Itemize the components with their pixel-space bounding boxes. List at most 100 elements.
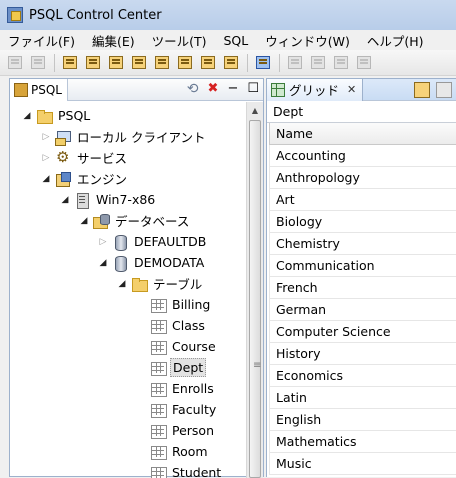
grid-row[interactable]: Biology [269,211,456,233]
grid-row[interactable]: Music [269,453,456,475]
menu-item[interactable]: ファイル(F) [8,31,75,50]
tree-node[interactable]: ◢ データベース [77,210,191,231]
toolbar-separator [279,54,280,72]
toolbar-separator [54,54,55,72]
toolbar-separator [247,54,248,72]
close-tab-icon[interactable]: ✕ [347,83,356,96]
collapse-icon[interactable]: ◢ [96,258,110,268]
tree-node[interactable]: ◢DEMODATA [96,252,206,273]
import-icon[interactable] [107,54,125,72]
print-icon[interactable] [29,54,47,72]
grid-header: グリッド ✕ [267,79,456,101]
refresh-icon[interactable] [254,54,272,72]
tree-node[interactable]: Student [134,462,223,478]
scrollbar-thumb[interactable]: ≡ [249,120,261,478]
grid-row[interactable]: Anthropology [269,167,456,189]
table-icon [150,465,166,478]
tree-node[interactable]: ◢ エンジン [39,168,129,189]
tree-node-label: DEFAULTDB [132,233,208,250]
tree-node[interactable]: ◢Win7-x86 [58,189,157,210]
tree-node[interactable]: Course [134,336,218,357]
add-row-icon[interactable] [414,82,430,98]
tab-psql[interactable]: PSQL [10,79,68,101]
menu-item[interactable]: SQL [224,33,249,48]
table-icon [150,444,166,460]
collapse-icon[interactable]: ◢ [115,279,129,289]
tab-grid[interactable]: グリッド ✕ [267,79,363,101]
new-view-icon[interactable] [84,54,102,72]
folder-icon [131,276,147,292]
tree-node[interactable]: ◢PSQL [20,105,92,126]
grid-row[interactable]: French [269,277,456,299]
properties-icon[interactable] [176,54,194,72]
grid-row[interactable]: Economics [269,365,456,387]
grid-row[interactable]: Mathematics [269,431,456,453]
copy-icon[interactable] [332,54,350,72]
export-icon[interactable] [130,54,148,72]
tree-node[interactable]: Person [134,420,216,441]
collapse-icon[interactable]: ◢ [77,216,91,226]
maximize-icon[interactable]: ☐ [247,82,259,96]
table-icon [150,339,166,355]
client-icon [55,129,71,145]
grid-row[interactable]: English [269,409,456,431]
execute-icon[interactable] [286,54,304,72]
tab-grid-label: グリッド [289,80,339,99]
tree-node[interactable]: Room [134,441,210,462]
tree-node-label: エンジン [75,168,129,189]
group-icon[interactable] [222,54,240,72]
expand-icon[interactable]: ▷ [96,237,110,247]
grid-row[interactable]: Chemistry [269,233,456,255]
gear-icon [55,150,71,166]
tree-node[interactable]: Faculty [134,399,218,420]
expand-icon[interactable]: ▷ [39,132,53,142]
new-table-icon[interactable] [61,54,79,72]
user-icon[interactable] [199,54,217,72]
grid-row[interactable]: Latin [269,387,456,409]
tree-scrollbar[interactable]: ▲ ≡ [246,102,263,478]
collapse-icon[interactable]: ◢ [20,111,34,121]
tree-node-label: Course [170,338,218,355]
menu-item[interactable]: ウィンドウ(W) [265,31,350,50]
tree-node[interactable]: Dept [134,357,206,378]
tree-node[interactable]: Billing [134,294,212,315]
database-icon [112,255,128,271]
tree-node-label: Dept [170,358,206,377]
tree-node[interactable]: Enrolls [134,378,216,399]
menu-item[interactable]: 編集(E) [92,31,135,50]
explorer-panel: PSQL ⟲ ✖ − ☐ ◢PSQL▷ローカル クライアント▷サービス◢エンジン… [9,78,264,477]
minimize-icon[interactable]: − [227,82,238,96]
remove-row-icon[interactable] [436,82,452,98]
menu-item[interactable]: ヘルプ(H) [367,31,424,50]
menu-item[interactable]: ツール(T) [152,31,207,50]
expand-icon[interactable]: ▷ [39,153,53,163]
grid-row[interactable]: Art [269,189,456,211]
open-table-icon[interactable] [153,54,171,72]
tree-node[interactable]: Class [134,315,207,336]
delete-icon[interactable]: ✖ [208,82,219,96]
tree-node-label: Faculty [170,401,218,418]
column-header-name[interactable]: Name [269,123,456,145]
tree-node[interactable]: ◢テーブル [115,273,204,294]
scroll-up-icon[interactable]: ▲ [247,102,263,119]
tree-node[interactable]: ▷サービス [39,147,129,168]
save-icon[interactable] [6,54,24,72]
paste-icon[interactable] [355,54,373,72]
sync-icon[interactable]: ⟲ [187,82,199,96]
collapse-icon[interactable]: ◢ [58,195,72,205]
grid-row[interactable]: German [269,299,456,321]
tree-node-label: データベース [113,210,191,231]
grid-row[interactable]: History [269,343,456,365]
grid-row[interactable]: Communication [269,255,456,277]
grid-row[interactable]: Accounting [269,145,456,167]
tree-node[interactable]: ▷ DEFAULTDB [96,231,208,252]
grid-controls [414,82,456,98]
grid-panel: グリッド ✕ Dept Name AccountingAnthropologyA… [266,78,456,477]
database-icon [112,234,128,250]
grid-row[interactable]: Computer Science [269,321,456,343]
cut-icon[interactable] [309,54,327,72]
engine-icon [55,171,71,187]
table-icon [150,297,166,313]
tree-node[interactable]: ▷ローカル クライアント [39,126,207,147]
collapse-icon[interactable]: ◢ [39,174,53,184]
